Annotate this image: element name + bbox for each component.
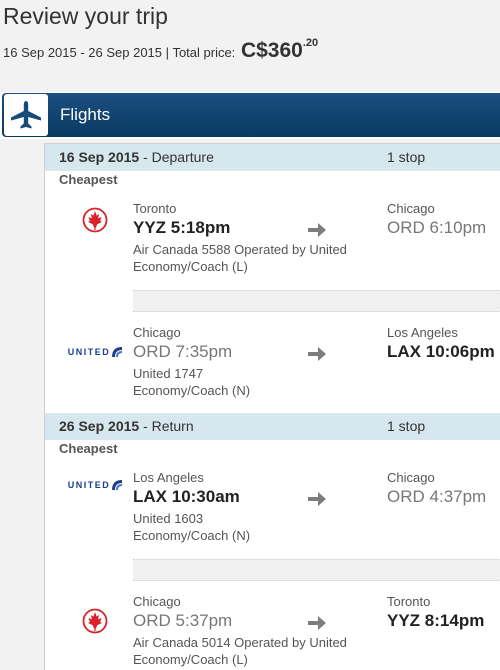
carrier-info: United 1747 — [133, 366, 204, 381]
departure-city: Toronto — [133, 201, 177, 216]
itinerary-card: 16 Sep 2015 - Departure 1 stop Cheapest … — [44, 143, 500, 670]
arrow-right-icon — [308, 492, 326, 506]
arrival-city: Toronto — [387, 594, 431, 609]
departure-header: 16 Sep 2015 - Departure 1 stop — [45, 144, 500, 171]
arrival-time: ORD 4:37pm — [387, 487, 487, 506]
layover-divider — [133, 290, 500, 312]
arrival-time: ORD 6:10pm — [387, 218, 487, 237]
trip-dates: 16 Sep 2015 - 26 Sep 2015 — [3, 45, 163, 60]
departure-cheapest-tag: Cheapest — [59, 172, 118, 187]
air-canada-logo — [65, 606, 125, 636]
departure-city: Chicago — [133, 325, 181, 340]
cabin-class: Economy/Coach (L) — [133, 259, 248, 274]
departure-city: Los Angeles — [133, 470, 204, 485]
flights-section-bar: Flights — [0, 92, 500, 139]
carrier-info: Air Canada 5588 Operated by United — [133, 242, 347, 257]
united-logo: UNITED — [65, 337, 125, 367]
carrier-info: United 1603 — [133, 511, 204, 526]
departure-time: ORD 7:35pm — [133, 342, 233, 361]
summary-separator: | — [165, 45, 170, 60]
departure-time: YYZ 5:18pm — [133, 218, 231, 237]
trip-summary: 16 Sep 2015 - 26 Sep 2015 | Total price:… — [3, 36, 319, 63]
page-header: Review your trip 16 Sep 2015 - 26 Sep 20… — [0, 0, 500, 92]
arrow-right-icon — [308, 223, 326, 237]
united-logo: UNITED — [65, 470, 125, 500]
layover-divider — [133, 559, 500, 581]
air-canada-logo — [65, 205, 125, 235]
arrival-city: Chicago — [387, 470, 435, 485]
flights-label: Flights — [60, 105, 111, 124]
arrow-right-icon — [308, 347, 326, 361]
return-cheapest-tag: Cheapest — [59, 441, 118, 456]
departure-time: ORD 5:37pm — [133, 611, 233, 630]
total-price-cents: .20 — [302, 36, 319, 49]
return-stops: 1 stop — [387, 418, 426, 434]
airplane-icon — [4, 94, 48, 136]
return-date: 26 Sep 2015 - Return — [59, 418, 194, 434]
carrier-info: Air Canada 5014 Operated by United — [133, 635, 347, 650]
arrival-time: YYZ 8:14pm — [387, 611, 485, 630]
return-header: 26 Sep 2015 - Return 1 stop — [45, 413, 500, 440]
total-price: C$360 — [240, 39, 303, 62]
cabin-class: Economy/Coach (L) — [133, 652, 248, 667]
cabin-class: Economy/Coach (N) — [133, 528, 251, 543]
arrival-city: Los Angeles — [387, 325, 458, 340]
flight-segment: UNITED Los Angeles LAX 10:30am Chicago O… — [45, 470, 500, 565]
flights-bar-background: Flights — [2, 93, 500, 137]
arrow-right-icon — [308, 616, 326, 630]
departure-date: 16 Sep 2015 - Departure — [59, 149, 214, 165]
total-price-label: Total price: — [172, 45, 236, 60]
flight-segment: UNITED Chicago ORD 7:35pm Los Angeles LA… — [45, 325, 500, 420]
page-title: Review your trip — [3, 3, 168, 29]
cabin-class: Economy/Coach (N) — [133, 383, 251, 398]
departure-city: Chicago — [133, 594, 181, 609]
departure-time: LAX 10:30am — [133, 487, 240, 506]
flight-segment: Chicago ORD 5:37pm Toronto YYZ 8:14pm Ai… — [45, 594, 500, 670]
departure-stops: 1 stop — [387, 149, 426, 165]
flight-segment: Toronto YYZ 5:18pm Chicago ORD 6:10pm Ai… — [45, 201, 500, 296]
arrival-time: LAX 10:06pm — [387, 342, 495, 361]
arrival-city: Chicago — [387, 201, 435, 216]
